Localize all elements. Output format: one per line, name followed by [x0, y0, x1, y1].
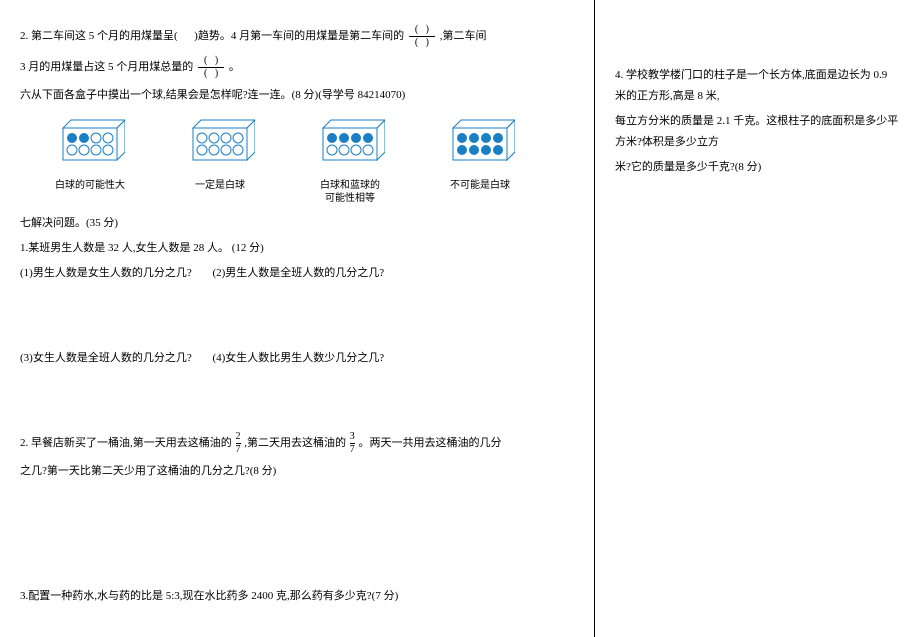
- q7-1-subs-a: (1)男生人数是女生人数的几分之几? (2)男生人数是全班人数的几分之几?: [20, 263, 574, 284]
- fraction-2-7: 2 7: [236, 432, 241, 455]
- box-svg-3: [315, 116, 385, 161]
- text: ,第二天用去这桶油的: [244, 437, 346, 449]
- box-1: 白球的可能性大: [50, 116, 130, 205]
- spacer: [20, 288, 574, 348]
- text: 。两天一共用去这桶油的几分: [359, 437, 502, 449]
- q7-2-line2: 之几?第一天比第二天少用了这桶油的几分之几?(8 分): [20, 461, 574, 482]
- box-svg-2: [185, 116, 255, 161]
- box-label-4: 不可能是白球: [450, 179, 510, 192]
- q7-1-subs-b: (3)女生人数是全班人数的几分之几? (4)女生人数比男生人数少几分之几?: [20, 348, 574, 369]
- box-svg-1: [55, 116, 125, 161]
- boxes-row: 白球的可能性大 一定是白球: [50, 116, 574, 205]
- fraction-3-7: 3 7: [350, 432, 355, 455]
- q2-line2: 3 月的用煤量占这 5 个月用煤总量的 ( ) ( ) 。: [20, 56, 574, 79]
- q6-title: 六从下面各盒子中摸出一个球,结果会是怎样呢?连一连。(8 分)(导学号 8421…: [20, 85, 574, 106]
- text: 2. 早餐店新买了一桶油,第一天用去这桶油的: [20, 437, 232, 449]
- text: 。: [229, 61, 240, 73]
- fraction-blank: ( ) ( ): [409, 25, 435, 48]
- q7-1-main: 1.某班男生人数是 32 人,女生人数是 28 人。 (12 分): [20, 238, 574, 259]
- box-2: 一定是白球: [180, 116, 260, 205]
- box-label-1: 白球的可能性大: [55, 179, 125, 192]
- q4-line2: 每立方分米的质量是 2.1 千克。这根柱子的底面积是多少平方米?体积是多少立方: [615, 111, 900, 153]
- spacer: [20, 486, 574, 586]
- q7-1-sub2: (2)男生人数是全班人数的几分之几?: [212, 263, 384, 284]
- q7-1-sub1: (1)男生人数是女生人数的几分之几?: [20, 263, 192, 284]
- q4-line1: 4. 学校教学楼门口的柱子是一个长方体,底面是边长为 0.9 米的正方形,高是 …: [615, 65, 900, 107]
- text: )趋势。4 月第一车间的用煤量是第二车间的: [194, 30, 404, 42]
- q4-line3: 米?它的质量是多少千克?(8 分): [615, 157, 900, 178]
- box-3: 白球和蓝球的可能性相等: [310, 116, 390, 205]
- text: 2. 第二车间这 5 个月的用煤量呈(: [20, 30, 178, 42]
- box-label-3: 白球和蓝球的可能性相等: [320, 179, 380, 205]
- q7-2-line1: 2. 早餐店新买了一桶油,第一天用去这桶油的 2 7 ,第二天用去这桶油的 3 …: [20, 432, 574, 455]
- q7-3: 3.配置一种药水,水与药的比是 5:3,现在水比药多 2400 克,那么药有多少…: [20, 586, 574, 607]
- left-column: 2. 第二车间这 5 个月的用煤量呈( )趋势。4 月第一车间的用煤量是第二车间…: [0, 0, 595, 637]
- box-4: 不可能是白球: [440, 116, 520, 205]
- fraction-blank: ( ) ( ): [198, 56, 224, 79]
- right-column: 4. 学校教学楼门口的柱子是一个长方体,底面是边长为 0.9 米的正方形,高是 …: [595, 0, 920, 637]
- spacer: [615, 25, 900, 65]
- q2-line1: 2. 第二车间这 5 个月的用煤量呈( )趋势。4 月第一车间的用煤量是第二车间…: [20, 25, 574, 48]
- text: 3 月的用煤量占这 5 个月用煤总量的: [20, 61, 193, 73]
- text: ,第二车间: [440, 30, 487, 42]
- box-label-2: 一定是白球: [195, 179, 245, 192]
- q7-1-sub4: (4)女生人数比男生人数少几分之几?: [212, 348, 384, 369]
- box-svg-4: [445, 116, 515, 161]
- spacer: [20, 372, 574, 432]
- q7-title: 七解决问题。(35 分): [20, 213, 574, 234]
- blank: [180, 30, 191, 42]
- q7-1-sub3: (3)女生人数是全班人数的几分之几?: [20, 348, 192, 369]
